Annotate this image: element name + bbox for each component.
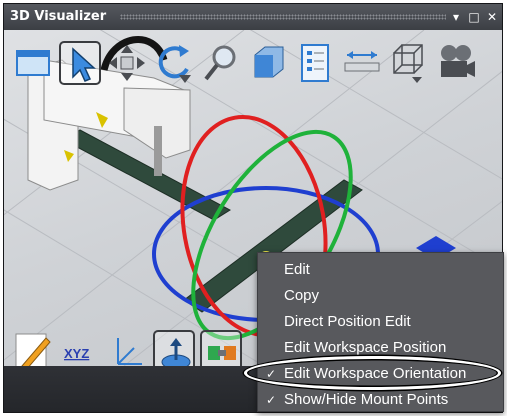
- select-arrow-icon[interactable]: [59, 41, 101, 85]
- window-title: 3D Visualizer: [10, 9, 107, 24]
- video-camera-icon[interactable]: [435, 41, 477, 85]
- menu-item-label: Direct Position Edit: [284, 313, 411, 330]
- menu-item-label: Show/Hide Mount Points: [284, 391, 449, 408]
- xyz-coordinates-icon[interactable]: XYZ: [59, 330, 101, 366]
- menu-item-copy[interactable]: Copy: [258, 283, 503, 309]
- close-icon[interactable]: ✕: [484, 4, 500, 30]
- menu-item-show-hide-mount-points[interactable]: ✓ Show/Hide Mount Points: [258, 387, 503, 413]
- highlight-ellipse: [244, 356, 501, 390]
- rotate-view-icon[interactable]: [153, 41, 195, 85]
- dropdown-arrow-icon[interactable]: ▾: [448, 4, 464, 30]
- connector-icon[interactable]: [200, 330, 242, 366]
- check-icon: ✓: [266, 393, 277, 407]
- axes-icon[interactable]: [106, 330, 148, 366]
- drag-grip[interactable]: [120, 14, 446, 20]
- measure-ruler-icon[interactable]: [341, 41, 383, 85]
- window-icon[interactable]: [12, 41, 54, 85]
- zoom-magnifier-icon[interactable]: [200, 41, 242, 85]
- object-list-icon[interactable]: [294, 41, 336, 85]
- title-bar[interactable]: 3D Visualizer ▾ □ ✕: [4, 4, 502, 30]
- maximize-icon[interactable]: □: [466, 4, 482, 30]
- pan-move-icon[interactable]: [106, 41, 148, 85]
- menu-item-edit[interactable]: Edit: [258, 257, 503, 283]
- edit-pencil-icon[interactable]: [12, 330, 54, 366]
- mount-point-icon[interactable]: [153, 330, 195, 366]
- menu-item-direct-position-edit[interactable]: Direct Position Edit: [258, 309, 503, 335]
- menu-item-label: Copy: [284, 287, 320, 304]
- cube-view-icon[interactable]: [247, 41, 289, 85]
- wireframe-box-icon[interactable]: [388, 41, 430, 85]
- menu-item-label: Edit: [284, 261, 310, 278]
- xyz-label: XYZ: [64, 346, 89, 361]
